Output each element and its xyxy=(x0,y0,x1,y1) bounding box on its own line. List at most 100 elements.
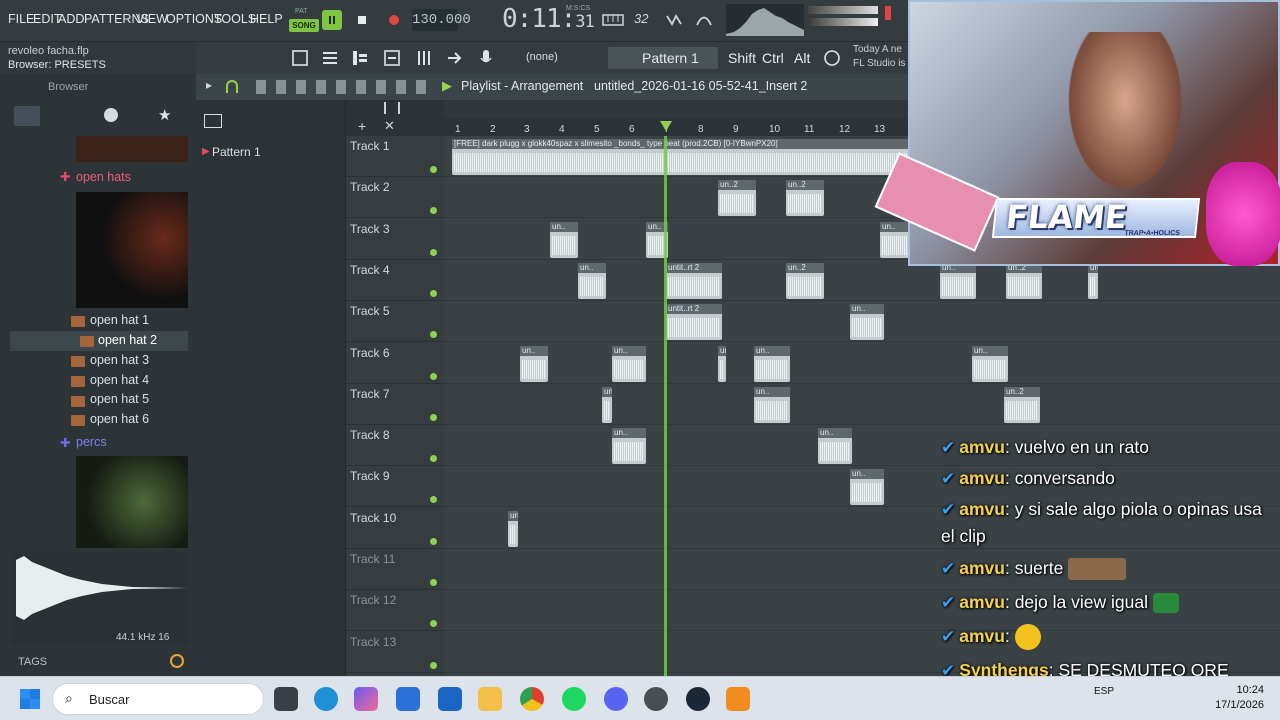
track-header[interactable]: Track 2 xyxy=(346,177,444,219)
piano-keys-icon[interactable] xyxy=(204,114,222,128)
audio-clip[interactable]: un.. xyxy=(818,428,852,465)
audio-clip[interactable]: un..2 xyxy=(786,180,824,217)
track-header[interactable]: Track 11 xyxy=(346,549,444,590)
track-mute-led[interactable] xyxy=(430,248,437,256)
track-header[interactable]: Track 1 xyxy=(346,136,444,177)
snap-icon[interactable] xyxy=(290,48,310,68)
track-mute-led[interactable] xyxy=(430,289,437,297)
playlist-icon[interactable] xyxy=(320,48,340,68)
task-view-icon[interactable] xyxy=(274,687,298,711)
playhead[interactable] xyxy=(664,136,667,676)
obs-icon[interactable] xyxy=(644,687,668,711)
shift-key-button[interactable]: Shift xyxy=(728,50,756,66)
track-header[interactable]: Track 4 xyxy=(346,260,444,301)
edge-icon[interactable] xyxy=(314,687,338,711)
menu-help[interactable]: HELP xyxy=(250,12,283,26)
track-mute-led[interactable] xyxy=(430,413,437,421)
resize-icon[interactable] xyxy=(384,102,400,114)
language-indicator[interactable]: ESP xyxy=(1094,686,1114,697)
stop-button[interactable] xyxy=(352,10,372,30)
arrow-right-icon[interactable] xyxy=(444,48,464,68)
track-mute-led[interactable] xyxy=(430,166,437,173)
metronome-icon[interactable] xyxy=(694,10,714,30)
track-mute-led[interactable] xyxy=(430,207,437,215)
mixer-icon[interactable] xyxy=(414,48,434,68)
audio-clip[interactable]: un.. xyxy=(718,345,726,382)
chrome-icon[interactable] xyxy=(520,687,544,711)
audio-clip[interactable]: un.. xyxy=(520,345,548,382)
browser-item-open-hat-5[interactable]: open hat 5 xyxy=(90,392,149,406)
folder-open-hats[interactable]: open hats xyxy=(76,170,131,184)
audio-clip[interactable]: un.. xyxy=(754,345,790,382)
track-mute-led[interactable] xyxy=(430,496,437,504)
discord-icon[interactable] xyxy=(604,687,628,711)
track-mute-led[interactable] xyxy=(430,579,437,586)
track-header[interactable]: Track 3 xyxy=(346,219,444,260)
microphone-icon[interactable] xyxy=(476,48,496,68)
audio-clip[interactable]: un.. xyxy=(602,386,612,423)
browser-all-button[interactable] xyxy=(14,106,40,126)
outlook-icon[interactable] xyxy=(438,687,462,711)
file-explorer-icon[interactable] xyxy=(478,687,502,711)
track-lane[interactable] xyxy=(444,343,1280,384)
tempo-display[interactable]: 130.000 xyxy=(412,9,471,31)
master-pitch-slider[interactable] xyxy=(808,18,878,26)
track-mute-led[interactable] xyxy=(430,331,437,339)
track-header[interactable]: Track 8 xyxy=(346,425,444,467)
steam-icon[interactable] xyxy=(686,687,710,711)
track-lane[interactable] xyxy=(444,384,1280,425)
audio-clip[interactable]: un.. xyxy=(850,469,884,506)
add-track-icon[interactable]: + xyxy=(358,118,366,134)
track-mute-led[interactable] xyxy=(430,620,437,628)
spotify-icon[interactable] xyxy=(562,687,586,711)
taskbar-search[interactable]: ⌕ Buscar xyxy=(52,683,264,715)
copilot-icon[interactable] xyxy=(354,687,378,711)
track-header[interactable]: Track 12 xyxy=(346,590,444,632)
audio-clip[interactable]: un.. xyxy=(940,262,976,299)
menu-add[interactable]: ADD xyxy=(58,12,84,26)
search-icon[interactable] xyxy=(170,654,184,668)
favorites-icon[interactable]: ★ xyxy=(158,106,174,124)
pattern-item[interactable]: Pattern 1 xyxy=(212,145,261,159)
track-header[interactable]: Track 13 xyxy=(346,632,444,673)
record-button[interactable] xyxy=(384,10,404,30)
close-icon[interactable]: ✕ xyxy=(384,118,395,134)
browser-item-open-hat-6[interactable]: open hat 6 xyxy=(90,412,149,426)
browser-item-open-hat-4[interactable]: open hat 4 xyxy=(90,373,149,387)
browser-item-open-hat-1[interactable]: open hat 1 xyxy=(90,313,149,327)
fl-studio-icon[interactable] xyxy=(726,687,750,711)
typing-keyboard-icon[interactable] xyxy=(664,10,684,30)
play-pattern-icon[interactable]: ▶ xyxy=(442,78,452,94)
audio-clip[interactable]: un..2 xyxy=(1004,386,1040,423)
pause-button[interactable] xyxy=(322,10,342,30)
store-icon[interactable] xyxy=(396,687,420,711)
audio-clip[interactable]: un.. xyxy=(612,428,646,465)
audio-clip[interactable]: un..2 xyxy=(786,262,824,299)
master-volume-slider[interactable] xyxy=(808,6,878,14)
audio-clip[interactable]: un.. xyxy=(508,510,518,547)
playlist-tool-icons[interactable] xyxy=(256,80,436,94)
track-header[interactable]: Track 7 xyxy=(346,384,444,425)
audio-clip[interactable]: un.. xyxy=(612,345,646,382)
audio-clip[interactable]: un.. xyxy=(550,221,578,258)
ctrl-key-button[interactable]: Ctrl xyxy=(762,50,784,66)
menu-view[interactable]: VIEW xyxy=(136,12,168,26)
play-icon[interactable]: ▸ xyxy=(206,78,212,92)
start-icon[interactable] xyxy=(20,689,40,709)
track-mute-led[interactable] xyxy=(430,537,437,545)
track-mute-led[interactable] xyxy=(430,661,437,669)
pattern-selector[interactable]: Pattern 1 xyxy=(608,47,718,69)
track-header[interactable]: Track 9 xyxy=(346,466,444,508)
audio-clip[interactable]: un.. xyxy=(754,386,790,423)
audio-clip[interactable]: un.. xyxy=(880,221,910,258)
track-mute-led[interactable] xyxy=(430,455,437,463)
audio-clip[interactable]: un..2 xyxy=(1006,262,1042,299)
audio-clip[interactable]: [FREE] dark plugg x glokk40spaz x slimes… xyxy=(452,139,916,175)
menu-file[interactable]: FILE xyxy=(8,12,34,26)
browser-item-open-hat-2[interactable]: open hat 2 xyxy=(98,333,157,347)
folder-percs[interactable]: percs xyxy=(76,435,107,449)
timeline-ruler[interactable]: 1 2 3 4 5 6 7 8 9 10 11 12 13 xyxy=(444,118,908,136)
keyboard-icon[interactable] xyxy=(602,10,624,30)
channel-rack-icon[interactable] xyxy=(350,48,370,68)
system-clock[interactable]: 10:24 17/1/2026 xyxy=(1208,683,1264,713)
